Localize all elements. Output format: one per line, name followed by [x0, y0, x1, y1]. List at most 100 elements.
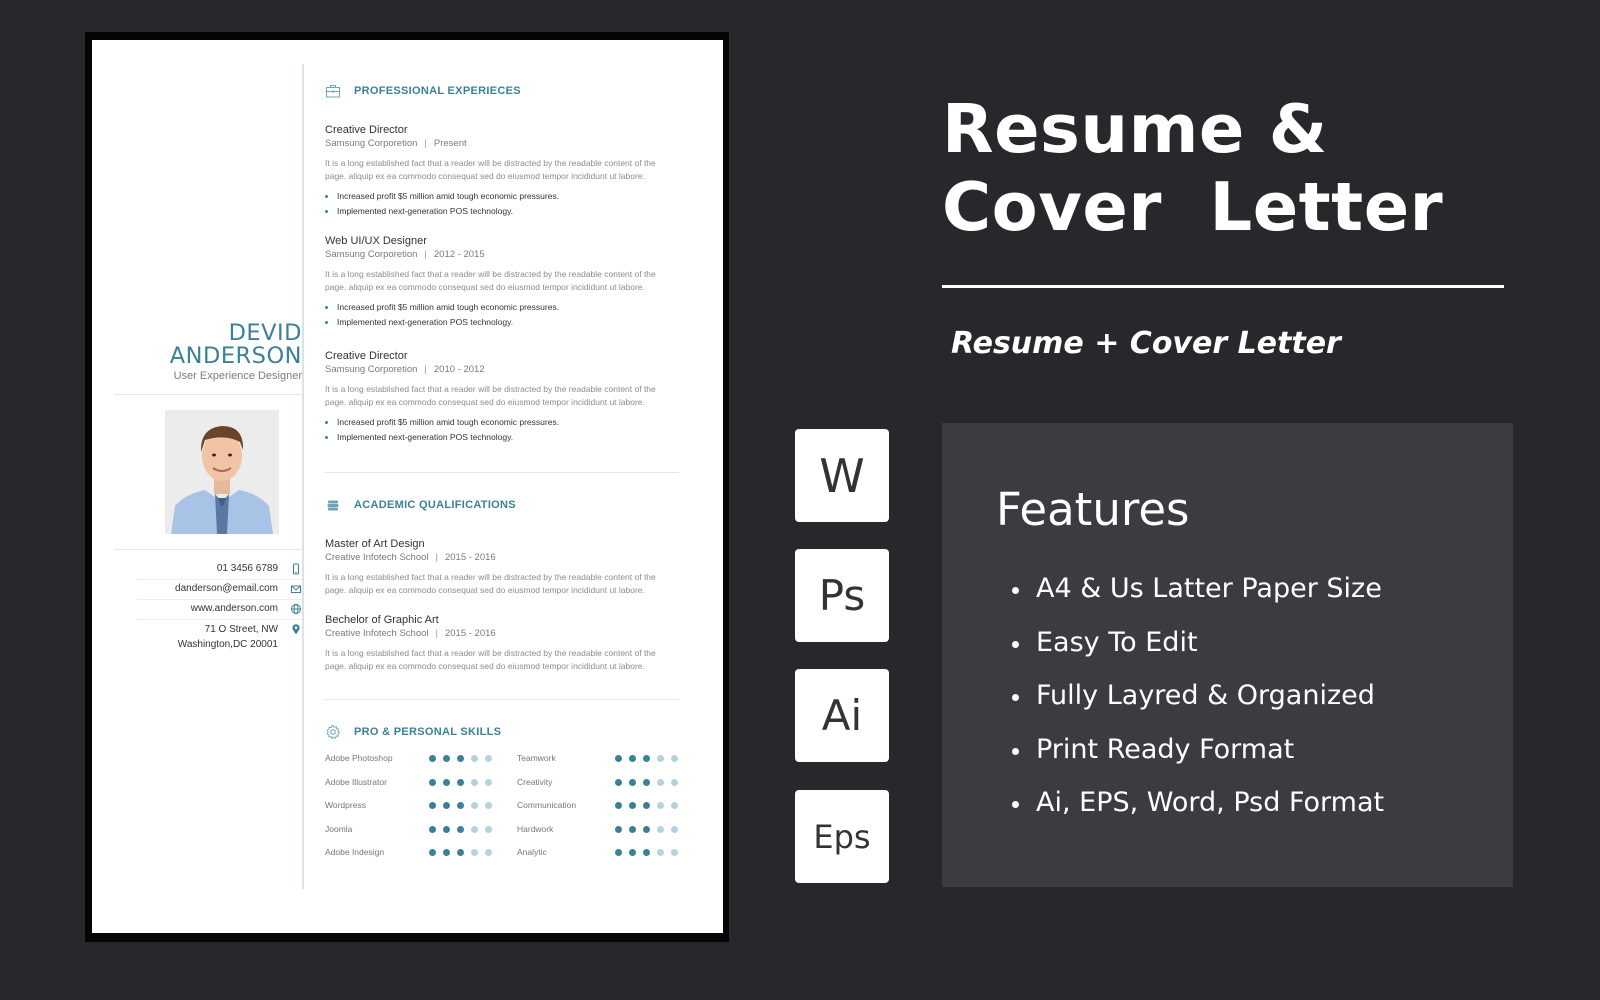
rating-dot-empty [485, 778, 492, 786]
education-entry: Master of Art Design Creative Infotech S… [325, 538, 679, 596]
eps-format-icon: Eps [795, 790, 889, 883]
rating-dot-empty [471, 825, 478, 833]
resume-name: DEVID ANDERSON [92, 322, 302, 368]
illustrator-format-icon: Ai [795, 669, 889, 762]
rating-dot-filled [629, 825, 636, 833]
rating-dot-filled [629, 778, 636, 786]
separator: | [424, 364, 427, 375]
word-format-icon: W [795, 429, 889, 522]
company-name: Samsung Corporetion [325, 249, 418, 260]
briefcase-icon [325, 83, 341, 99]
rating-dot-empty [657, 825, 664, 833]
rating-dot-filled [429, 802, 436, 809]
rating-dot-filled [457, 755, 464, 762]
job-description: It is a long established fact that a rea… [325, 384, 656, 407]
features-heading: Features [996, 483, 1190, 536]
rating-dot-empty [657, 802, 664, 809]
photoshop-format-icon: Ps [795, 549, 889, 642]
format-label: Eps [813, 817, 871, 856]
rating-dot-empty [657, 778, 664, 786]
achievement-item: Increased profit $5 million amid tough e… [325, 189, 679, 204]
job-period: Present [433, 138, 467, 149]
product-subtitle: Resume + Cover Letter [951, 326, 1341, 361]
rating-dot-filled [629, 849, 636, 856]
feature-item: A4 & Us Latter Paper Size [1012, 571, 1384, 625]
skill-rating [429, 825, 492, 833]
rating-dot-filled [443, 825, 450, 833]
skill-name: Hardwork [517, 823, 554, 834]
rating-dot-filled [615, 802, 622, 809]
skill-rating [615, 755, 678, 762]
skill-name: Creativity [517, 776, 553, 787]
job-title: Creative Director [325, 124, 408, 136]
skills-grid: Adobe Photoshop Teamwork Adobe Illustrator… [325, 753, 679, 871]
separator: | [424, 249, 427, 260]
separator: | [435, 552, 438, 563]
section-header-skills: PRO & PERSONAL SKILLS [325, 724, 501, 740]
rating-dot-filled [443, 755, 450, 762]
experience-entry: Creative Director Samsung Corporetion | 20… [325, 350, 679, 445]
contact-address: 71 O Street, NW Washington,DC 20001 [137, 620, 302, 652]
skill-name: Joomla [325, 823, 353, 834]
study-period: 2015 - 2016 [444, 552, 496, 563]
rating-dot-filled [443, 802, 450, 809]
email-address: danderson@email.com [175, 583, 278, 594]
address-line-2: Washington,DC 20001 [177, 639, 278, 650]
rating-dot-empty [485, 802, 492, 809]
skill-rating [615, 849, 678, 856]
skill-row: Adobe Indesign Analytic [325, 847, 679, 871]
phone-icon [290, 563, 302, 575]
separator: | [435, 628, 438, 639]
rating-dot-empty [471, 778, 478, 786]
column-divider [302, 64, 304, 889]
rating-dot-filled [429, 825, 436, 833]
rating-dot-filled [643, 825, 650, 833]
rating-dot-filled [429, 849, 436, 856]
title-divider [942, 285, 1504, 288]
rating-dot-filled [457, 778, 464, 786]
rating-dot-filled [615, 849, 622, 856]
globe-icon [290, 603, 302, 615]
features-list: A4 & Us Latter Paper Size Easy To Edit F… [1012, 571, 1384, 839]
skill-row: Adobe Photoshop Teamwork [325, 753, 679, 777]
rating-dot-filled [429, 755, 436, 762]
achievement-list: Increased profit $5 million amid tough e… [325, 300, 679, 330]
contact-website[interactable]: www.anderson.com [137, 600, 302, 620]
profile-photo [165, 410, 279, 534]
feature-item: Fully Layred & Organized [1012, 678, 1384, 732]
rating-dot-filled [643, 849, 650, 856]
rating-dot-filled [443, 849, 450, 856]
divider [114, 394, 302, 395]
contact-phone[interactable]: 01 3456 6789 [137, 560, 302, 580]
school-name: Creative Infotech School [325, 628, 429, 639]
contact-email[interactable]: danderson@email.com [137, 580, 302, 600]
address-line-1: 71 O Street, NW [204, 624, 278, 635]
rating-dot-filled [643, 802, 650, 809]
job-title: Creative Director [325, 350, 408, 362]
resume-page: DEVID ANDERSON User Experience Designer [92, 40, 723, 933]
school-line: Creative Infotech School | 2015 - 2016 [325, 627, 679, 640]
skill-name: Adobe Illustrator [325, 776, 387, 787]
school-line: Creative Infotech School | 2015 - 2016 [325, 551, 679, 564]
rating-dot-empty [657, 755, 664, 762]
achievement-item: Increased profit $5 million amid tough e… [325, 415, 679, 430]
location-pin-icon [290, 623, 302, 635]
experience-entry: Creative Director Samsung Corporetion | Pr… [325, 124, 679, 219]
rating-dot-empty [485, 755, 492, 762]
separator: | [424, 138, 427, 149]
skill-name: Teamwork [517, 753, 556, 763]
divider [114, 549, 302, 550]
feature-item: Ai, EPS, Word, Psd Format [1012, 785, 1384, 839]
section-divider [325, 699, 679, 700]
rating-dot-empty [657, 849, 664, 856]
rating-dot-filled [457, 802, 464, 809]
format-label: Ps [818, 571, 866, 620]
experience-entry: Web UI/UX Designer Samsung Corporetion | 2… [325, 235, 679, 330]
skill-rating [429, 802, 492, 809]
resume-role: User Experience Designer [173, 370, 302, 382]
skill-rating [615, 778, 678, 786]
feature-item: Print Ready Format [1012, 732, 1384, 786]
job-description: It is a long established fact that a rea… [325, 269, 656, 292]
rating-dot-empty [471, 802, 478, 809]
format-label: Ai [821, 691, 863, 740]
